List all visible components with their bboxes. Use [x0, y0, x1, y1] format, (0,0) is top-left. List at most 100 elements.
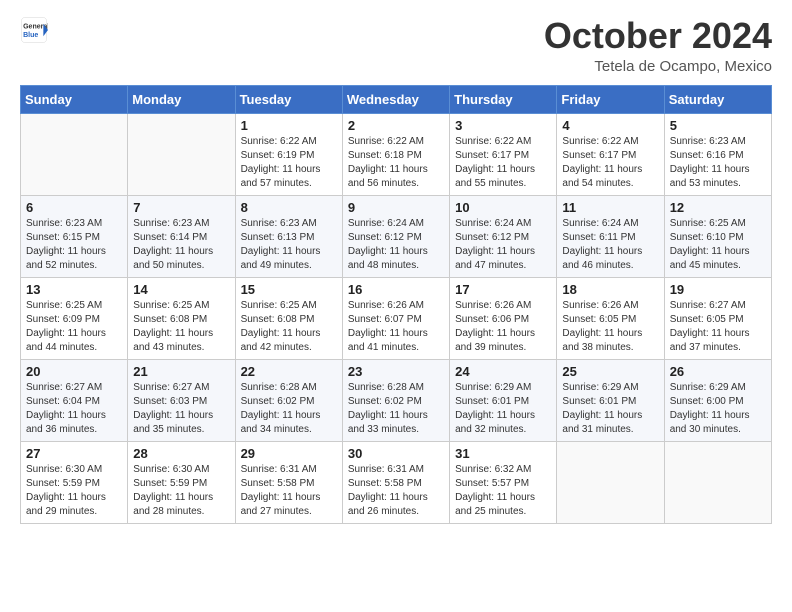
logo-icon: General Blue [20, 16, 48, 44]
calendar-cell: 16Sunrise: 6:26 AM Sunset: 6:07 PM Dayli… [342, 277, 449, 359]
weekday-header-friday: Friday [557, 85, 664, 113]
day-info: Sunrise: 6:22 AM Sunset: 6:17 PM Dayligh… [562, 135, 658, 191]
day-info: Sunrise: 6:27 AM Sunset: 6:04 PM Dayligh… [26, 381, 122, 437]
calendar-cell: 14 Sunrise: 6:25 AM Sunset: 6:08 PM Dayli… [128, 277, 235, 359]
calendar-cell: 17Sunrise: 6:26 AM Sunset: 6:06 PM Dayli… [450, 277, 557, 359]
weekday-header-saturday: Saturday [664, 85, 771, 113]
weekday-header-row: SundayMondayTuesdayWednesdayThursdayFrid… [21, 85, 772, 113]
day-number: 20 [26, 364, 122, 379]
week-row-4: 20 Sunrise: 6:27 AM Sunset: 6:04 PM Dayli… [21, 359, 772, 441]
page: General Blue General Blue October 2024 T… [0, 0, 792, 612]
calendar-cell: 4 Sunrise: 6:22 AM Sunset: 6:17 PM Daylig… [557, 113, 664, 195]
day-info: Sunrise: 6:26 AM Sunset: 6:05 PM Dayligh… [562, 299, 658, 355]
calendar-cell: 23Sunrise: 6:28 AM Sunset: 6:02 PM Dayli… [342, 359, 449, 441]
calendar-cell [128, 113, 235, 195]
day-number: 9 [348, 200, 444, 215]
week-row-5: 27 Sunrise: 6:30 AM Sunset: 5:59 PM Dayli… [21, 441, 772, 523]
day-number: 8 [241, 200, 337, 215]
day-number: 1 [241, 118, 337, 133]
day-info: Sunrise: 6:24 AM Sunset: 6:12 PM Dayligh… [455, 217, 551, 273]
calendar-cell: 26 Sunrise: 6:29 AM Sunset: 6:00 PM Dayli… [664, 359, 771, 441]
calendar-cell: 19 Sunrise: 6:27 AM Sunset: 6:05 PM Dayli… [664, 277, 771, 359]
day-number: 29 [241, 446, 337, 461]
day-number: 5 [670, 118, 766, 133]
week-row-1: 1 Sunrise: 6:22 AM Sunset: 6:19 PM Daylig… [21, 113, 772, 195]
calendar-cell: 27Sunrise: 6:30 AM Sunset: 5:59 PM Dayli… [21, 441, 128, 523]
day-number: 28 [133, 446, 229, 461]
weekday-header-wednesday: Wednesday [342, 85, 449, 113]
day-info: Sunrise: 6:23 AM Sunset: 6:13 PM Dayligh… [241, 217, 337, 273]
calendar-cell: 1 Sunrise: 6:22 AM Sunset: 6:19 PM Daylig… [235, 113, 342, 195]
weekday-header-monday: Monday [128, 85, 235, 113]
calendar-cell: 28 Sunrise: 6:30 AM Sunset: 5:59 PM Dayli… [128, 441, 235, 523]
day-info: Sunrise: 6:25 AM Sunset: 6:10 PM Dayligh… [670, 217, 766, 273]
calendar-subtitle: Tetela de Ocampo, Mexico [544, 58, 772, 75]
calendar-cell: 18Sunrise: 6:26 AM Sunset: 6:05 PM Dayli… [557, 277, 664, 359]
day-number: 4 [562, 118, 658, 133]
day-info: Sunrise: 6:23 AM Sunset: 6:16 PM Dayligh… [670, 135, 766, 191]
day-number: 14 [133, 282, 229, 297]
day-number: 16 [348, 282, 444, 297]
calendar-cell: 13 Sunrise: 6:25 AM Sunset: 6:09 PM Dayli… [21, 277, 128, 359]
day-number: 25 [562, 364, 658, 379]
calendar-cell: 25 Sunrise: 6:29 AM Sunset: 6:01 PM Dayli… [557, 359, 664, 441]
calendar-title: October 2024 [544, 16, 772, 56]
weekday-header-tuesday: Tuesday [235, 85, 342, 113]
calendar-cell: 24 Sunrise: 6:29 AM Sunset: 6:01 PM Dayli… [450, 359, 557, 441]
day-info: Sunrise: 6:31 AM Sunset: 5:58 PM Dayligh… [241, 463, 337, 519]
day-info: Sunrise: 6:25 AM Sunset: 6:08 PM Dayligh… [241, 299, 337, 355]
day-info: Sunrise: 6:24 AM Sunset: 6:11 PM Dayligh… [562, 217, 658, 273]
calendar-cell: 31Sunrise: 6:32 AM Sunset: 5:57 PM Dayli… [450, 441, 557, 523]
calendar-cell: 3Sunrise: 6:22 AM Sunset: 6:17 PM Daylig… [450, 113, 557, 195]
day-info: Sunrise: 6:28 AM Sunset: 6:02 PM Dayligh… [241, 381, 337, 437]
day-info: Sunrise: 6:29 AM Sunset: 6:00 PM Dayligh… [670, 381, 766, 437]
day-info: Sunrise: 6:23 AM Sunset: 6:15 PM Dayligh… [26, 217, 122, 273]
calendar-cell: 29 Sunrise: 6:31 AM Sunset: 5:58 PM Dayli… [235, 441, 342, 523]
week-row-3: 13 Sunrise: 6:25 AM Sunset: 6:09 PM Dayli… [21, 277, 772, 359]
calendar-cell: 15Sunrise: 6:25 AM Sunset: 6:08 PM Dayli… [235, 277, 342, 359]
day-number: 21 [133, 364, 229, 379]
day-info: Sunrise: 6:22 AM Sunset: 6:18 PM Dayligh… [348, 135, 444, 191]
day-number: 22 [241, 364, 337, 379]
calendar-cell: 12 Sunrise: 6:25 AM Sunset: 6:10 PM Dayli… [664, 195, 771, 277]
calendar-cell: 7 Sunrise: 6:23 AM Sunset: 6:14 PM Daylig… [128, 195, 235, 277]
day-number: 13 [26, 282, 122, 297]
day-number: 24 [455, 364, 551, 379]
calendar-cell: 11 Sunrise: 6:24 AM Sunset: 6:11 PM Dayli… [557, 195, 664, 277]
day-info: Sunrise: 6:22 AM Sunset: 6:17 PM Dayligh… [455, 135, 551, 191]
calendar-cell: 30 Sunrise: 6:31 AM Sunset: 5:58 PM Dayli… [342, 441, 449, 523]
calendar-cell: 5 Sunrise: 6:23 AM Sunset: 6:16 PM Daylig… [664, 113, 771, 195]
header: General Blue General Blue October 2024 T… [20, 16, 772, 75]
svg-text:Blue: Blue [23, 32, 38, 39]
day-info: Sunrise: 6:22 AM Sunset: 6:19 PM Dayligh… [241, 135, 337, 191]
day-info: Sunrise: 6:30 AM Sunset: 5:59 PM Dayligh… [133, 463, 229, 519]
day-number: 26 [670, 364, 766, 379]
week-row-2: 6Sunrise: 6:23 AM Sunset: 6:15 PM Daylig… [21, 195, 772, 277]
day-info: Sunrise: 6:23 AM Sunset: 6:14 PM Dayligh… [133, 217, 229, 273]
day-info: Sunrise: 6:24 AM Sunset: 6:12 PM Dayligh… [348, 217, 444, 273]
day-number: 17 [455, 282, 551, 297]
day-number: 12 [670, 200, 766, 215]
weekday-header-thursday: Thursday [450, 85, 557, 113]
calendar-cell: 10Sunrise: 6:24 AM Sunset: 6:12 PM Dayli… [450, 195, 557, 277]
calendar-cell [21, 113, 128, 195]
calendar-cell: 2 Sunrise: 6:22 AM Sunset: 6:18 PM Daylig… [342, 113, 449, 195]
calendar-cell: 8 Sunrise: 6:23 AM Sunset: 6:13 PM Daylig… [235, 195, 342, 277]
day-info: Sunrise: 6:25 AM Sunset: 6:08 PM Dayligh… [133, 299, 229, 355]
calendar-cell: 6Sunrise: 6:23 AM Sunset: 6:15 PM Daylig… [21, 195, 128, 277]
calendar-cell: 21Sunrise: 6:27 AM Sunset: 6:03 PM Dayli… [128, 359, 235, 441]
day-info: Sunrise: 6:25 AM Sunset: 6:09 PM Dayligh… [26, 299, 122, 355]
day-number: 19 [670, 282, 766, 297]
day-number: 30 [348, 446, 444, 461]
day-info: Sunrise: 6:32 AM Sunset: 5:57 PM Dayligh… [455, 463, 551, 519]
day-number: 2 [348, 118, 444, 133]
day-info: Sunrise: 6:29 AM Sunset: 6:01 PM Dayligh… [455, 381, 551, 437]
day-info: Sunrise: 6:31 AM Sunset: 5:58 PM Dayligh… [348, 463, 444, 519]
day-info: Sunrise: 6:27 AM Sunset: 6:05 PM Dayligh… [670, 299, 766, 355]
calendar-cell [664, 441, 771, 523]
day-number: 11 [562, 200, 658, 215]
day-number: 27 [26, 446, 122, 461]
day-number: 7 [133, 200, 229, 215]
calendar-table: SundayMondayTuesdayWednesdayThursdayFrid… [20, 85, 772, 524]
day-info: Sunrise: 6:29 AM Sunset: 6:01 PM Dayligh… [562, 381, 658, 437]
